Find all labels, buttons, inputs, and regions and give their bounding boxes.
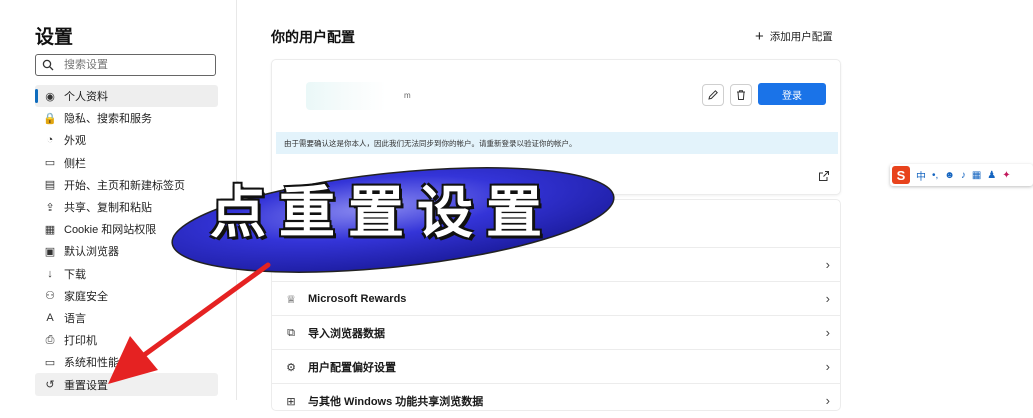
sidebar-item-label: 隐私、搜索和服务 <box>64 113 152 126</box>
add-profile-button[interactable]: + 添加用户配置 <box>755 29 833 44</box>
sync-info-banner: 由于需要确认这是你本人，因此我们无法同步到你的帐户。请重新登录以验证你的帐户。 <box>276 132 838 154</box>
search-box[interactable] <box>35 54 216 76</box>
pencil-icon <box>708 90 718 100</box>
import-icon: ⧉ <box>287 326 295 339</box>
sogou-logo-icon: S <box>892 166 910 184</box>
trash-icon <box>737 90 745 100</box>
list-item-label: Microsoft Rewards <box>308 293 407 305</box>
sidebar-item-label: 语言 <box>64 312 86 325</box>
sidebar-item-label: 个人资料 <box>64 91 108 104</box>
sidebar-item-share[interactable]: ⇪ 共享、复制和粘贴 <box>35 196 218 218</box>
microphone-icon[interactable]: ♪ <box>961 170 966 181</box>
list-item-label: 与其他 Windows 功能共享浏览数据 <box>308 396 484 408</box>
search-icon <box>42 59 54 71</box>
sidebar-item-privacy[interactable]: 🔒 隐私、搜索和服务 <box>35 107 218 129</box>
overlay-caption: 点重置设置 <box>210 180 555 246</box>
list-item-label: 导入浏览器数据 <box>308 328 385 340</box>
sidebar-item-profiles[interactable]: ◉ 个人资料 <box>35 85 218 108</box>
list-item-windows-share[interactable]: ⊞ 与其他 Windows 功能共享浏览数据 › <box>272 383 840 418</box>
list-item-label: 用户配置偏好设置 <box>308 362 396 374</box>
system-icon: ▭ <box>44 356 56 369</box>
delete-profile-button[interactable] <box>730 84 752 106</box>
profile-prefs-icon: ⚙ <box>286 361 296 374</box>
share-icon: ⇪ <box>45 201 55 214</box>
lock-icon: 🔒 <box>43 112 57 125</box>
chevron-right-icon: › <box>825 359 830 374</box>
sidebar-icon: ▭ <box>44 157 56 170</box>
plus-icon: + <box>755 27 764 45</box>
edit-profile-button[interactable] <box>702 84 724 106</box>
add-profile-label: 添加用户配置 <box>769 31 833 43</box>
chevron-right-icon: › <box>825 291 830 306</box>
printer-icon: ⎙ <box>45 333 55 346</box>
search-input[interactable] <box>64 56 209 74</box>
chevron-right-icon: › <box>825 393 830 408</box>
sidebar-item-label: 外观 <box>64 135 86 148</box>
sidebar-item-languages[interactable]: A 语言 <box>35 307 218 329</box>
avatar <box>306 82 386 110</box>
palette-icon: ◔ <box>46 134 54 147</box>
language-icon: A <box>46 311 54 324</box>
sidebar-item-label: 侧栏 <box>64 157 86 170</box>
skin-icon[interactable]: ✦ <box>1002 170 1010 181</box>
sidebar-item-sidebar[interactable]: ▭ 侧栏 <box>35 152 218 174</box>
sidebar-item-reset[interactable]: ↺ 重置设置 <box>35 373 218 396</box>
browser-icon: ▣ <box>44 245 56 258</box>
punctuation-icon[interactable]: •, <box>932 170 938 181</box>
settings-sidebar: 设置 ◉ 个人资料 🔒 隐私、搜索和服务 ◔ 外观 ▭ 侧栏 ▤ 开始、主页和新建标签页 … <box>0 0 237 400</box>
chevron-right-icon: › <box>825 325 830 340</box>
sidebar-item-system[interactable]: ▭ 系统和性能 <box>35 351 218 373</box>
settings-nav: ◉ 个人资料 🔒 隐私、搜索和服务 ◔ 外观 ▭ 侧栏 ▤ 开始、主页和新建标签页 ⇪ 共享… <box>35 85 218 396</box>
sidebar-item-label: 重置设置 <box>64 379 108 392</box>
sidebar-item-downloads[interactable]: ↓ 下载 <box>35 263 218 285</box>
rewards-icon: ♕ <box>286 293 296 306</box>
login-button[interactable]: 登录 <box>758 83 826 105</box>
sidebar-item-cookies[interactable]: ▦ Cookie 和网站权限 <box>35 218 218 240</box>
user-icon[interactable]: ♟ <box>987 170 996 181</box>
emoji-icon[interactable]: ☻ <box>944 170 955 181</box>
settings-title: 设置 <box>35 27 74 48</box>
sidebar-item-default-browser[interactable]: ▣ 默认浏览器 <box>35 240 218 262</box>
profile-icon: ◉ <box>45 90 55 103</box>
sidebar-item-label: 开始、主页和新建标签页 <box>64 179 185 192</box>
sync-info-text: 由于需要确认这是你本人，因此我们无法同步到你的帐户。请重新登录以验证你的帐户。 <box>284 138 577 148</box>
sidebar-item-label: 共享、复制和粘贴 <box>64 202 152 215</box>
page-title: 你的用户配置 <box>271 29 355 45</box>
sidebar-item-family[interactable]: ⚇ 家庭安全 <box>35 285 218 307</box>
list-item-hidden[interactable]: › <box>272 247 840 282</box>
keyboard-icon[interactable]: ▦ <box>972 170 981 181</box>
sidebar-item-label: 系统和性能 <box>64 357 119 370</box>
external-link-icon[interactable] <box>818 170 830 182</box>
sidebar-item-label: 家庭安全 <box>64 290 108 303</box>
sidebar-item-label: 下载 <box>64 268 86 281</box>
cookie-icon: ▦ <box>44 223 56 236</box>
ime-toolbar[interactable]: S 中 •, ☻ ♪ ▦ ♟ ✦ <box>890 164 1033 186</box>
windows-icon: ⊞ <box>286 395 296 408</box>
download-icon: ↓ <box>47 267 53 280</box>
sidebar-item-label: 默认浏览器 <box>64 246 119 259</box>
account-email: m <box>404 91 411 100</box>
reset-icon: ↺ <box>45 379 55 392</box>
sidebar-item-start-home[interactable]: ▤ 开始、主页和新建标签页 <box>35 174 218 196</box>
chevron-right-icon: › <box>825 257 830 272</box>
list-item-profile-prefs[interactable]: ⚙ 用户配置偏好设置 › <box>272 349 840 384</box>
sidebar-item-label: Cookie 和网站权限 <box>64 224 157 237</box>
sidebar-item-printers[interactable]: ⎙ 打印机 <box>35 329 218 351</box>
sidebar-item-appearance[interactable]: ◔ 外观 <box>35 129 218 151</box>
sidebar-item-label: 打印机 <box>64 335 97 348</box>
list-item-import[interactable]: ⧉ 导入浏览器数据 › <box>272 315 840 350</box>
ime-mode-label[interactable]: 中 <box>916 168 926 183</box>
family-icon: ⚇ <box>45 290 55 303</box>
home-tabs-icon: ▤ <box>44 179 56 192</box>
list-item-rewards[interactable]: ♕ Microsoft Rewards › <box>272 281 840 316</box>
